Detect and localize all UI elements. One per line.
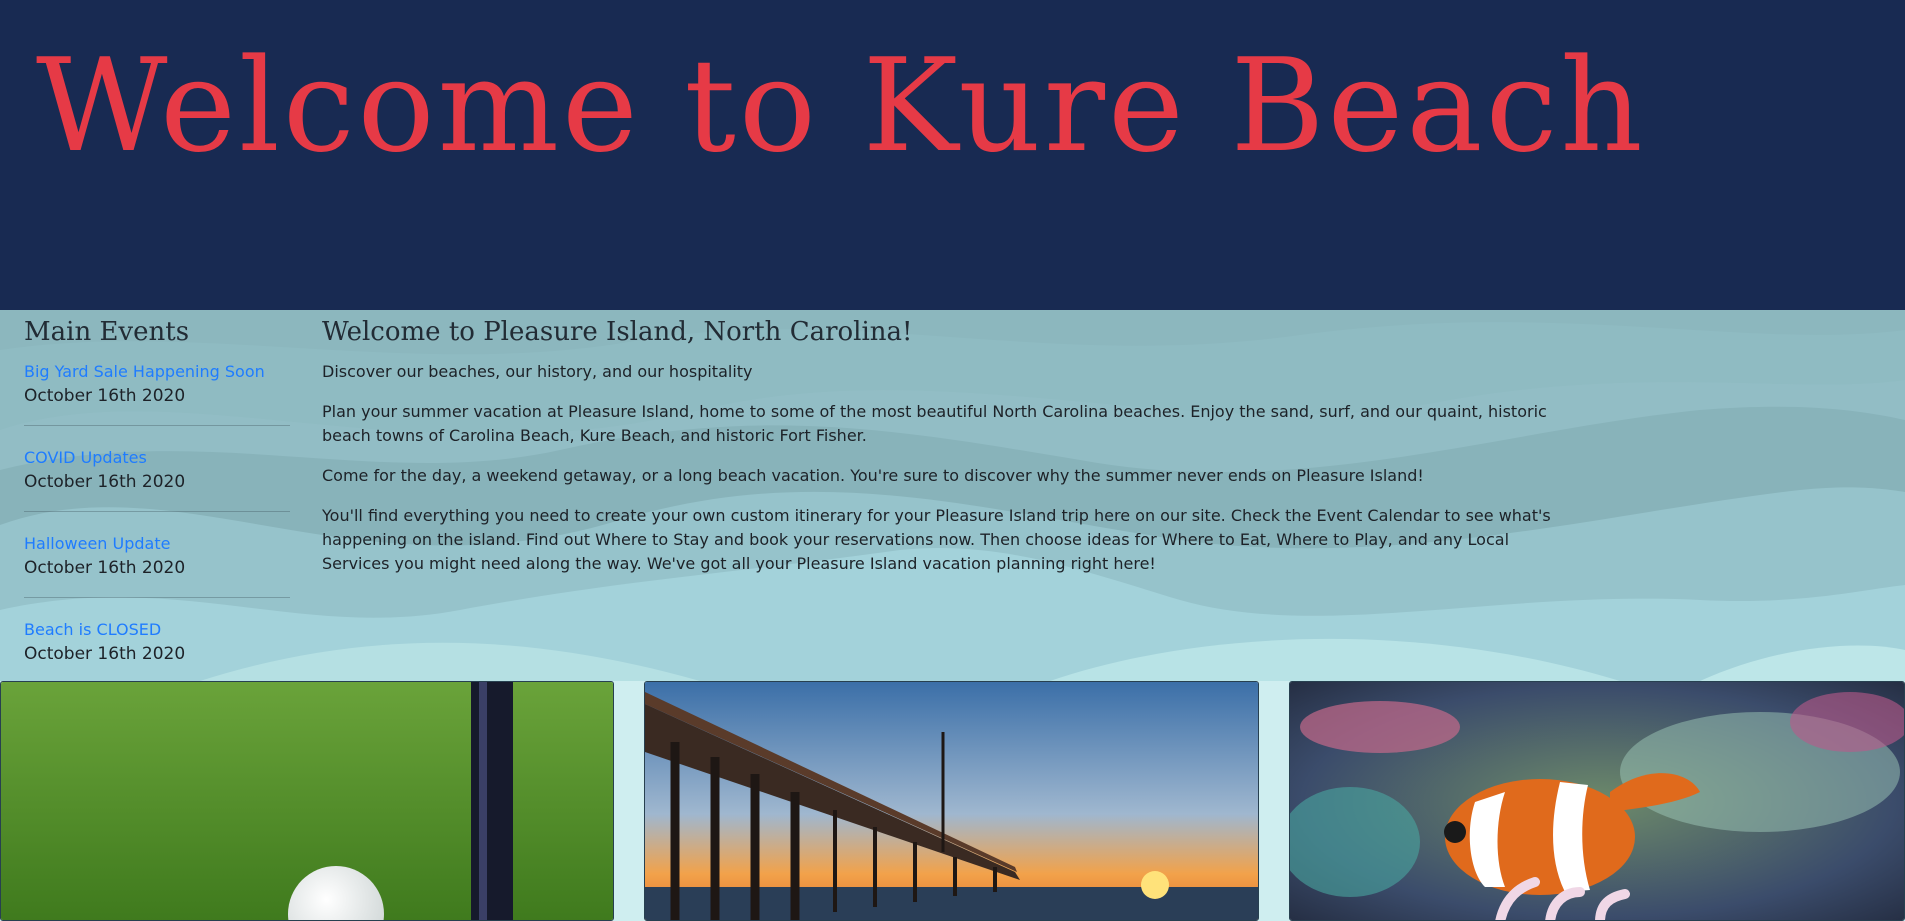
sidebar-heading: Main Events bbox=[24, 317, 190, 347]
article-paragraph: Plan your summer vacation at Pleasure Is… bbox=[322, 402, 1547, 445]
golf-card[interactable] bbox=[0, 681, 614, 921]
golf-ball-image bbox=[1, 682, 613, 920]
event-link[interactable]: Beach is CLOSED bbox=[24, 618, 290, 642]
event-date: October 16th 2020 bbox=[24, 472, 186, 492]
pier-card[interactable] bbox=[644, 681, 1259, 921]
event-item: COVID Updates October 16th 2020 bbox=[24, 446, 290, 512]
article-paragraph: Discover our beaches, our history, and o… bbox=[322, 362, 753, 381]
event-item: Big Yard Sale Happening Soon October 16t… bbox=[24, 360, 290, 426]
article-paragraph: Come for the day, a weekend getaway, or … bbox=[322, 466, 1424, 485]
event-date: October 16th 2020 bbox=[24, 644, 186, 664]
clownfish-card[interactable] bbox=[1289, 681, 1905, 921]
event-item: Halloween Update October 16th 2020 bbox=[24, 532, 290, 598]
page-title: Welcome to Kure Beach bbox=[36, 32, 1646, 181]
pier-sunset-image bbox=[645, 682, 1258, 920]
event-date: October 16th 2020 bbox=[24, 386, 186, 406]
event-link[interactable]: Halloween Update bbox=[24, 532, 290, 556]
event-item: Beach is CLOSED October 16th 2020 bbox=[24, 618, 290, 681]
image-cards bbox=[0, 681, 1905, 921]
event-link[interactable]: COVID Updates bbox=[24, 446, 290, 470]
event-link[interactable]: Big Yard Sale Happening Soon bbox=[24, 360, 290, 384]
main-events-sidebar: Main Events Big Yard Sale Happening Soon… bbox=[24, 314, 290, 681]
article-heading: Welcome to Pleasure Island, North Caroli… bbox=[322, 317, 913, 347]
article-paragraph: You'll find everything you need to creat… bbox=[322, 506, 1551, 573]
content-section: Main Events Big Yard Sale Happening Soon… bbox=[0, 310, 1905, 681]
hero-banner: Welcome to Kure Beach bbox=[0, 0, 1905, 310]
clownfish-image bbox=[1290, 682, 1904, 920]
welcome-article: Welcome to Pleasure Island, North Caroli… bbox=[322, 314, 1572, 592]
event-date: October 16th 2020 bbox=[24, 558, 186, 578]
